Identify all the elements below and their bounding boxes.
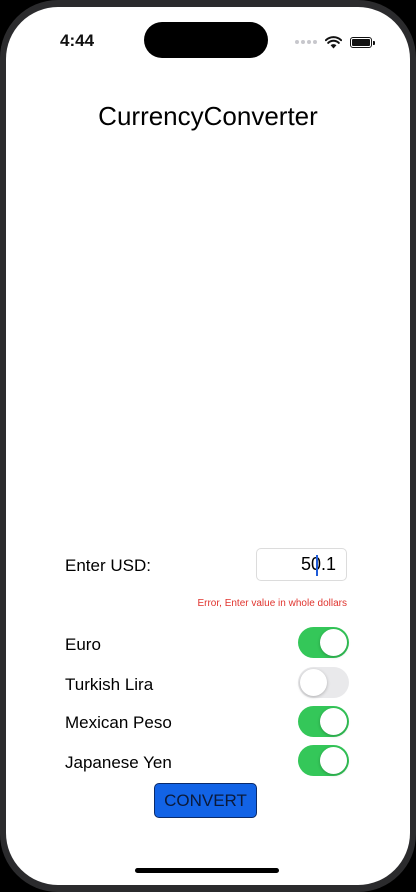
- currency-label-euro: Euro: [65, 635, 101, 654]
- text-cursor: [316, 555, 318, 576]
- toggle-knob: [320, 747, 347, 774]
- toggle-knob: [320, 629, 347, 656]
- euro-toggle[interactable]: [298, 627, 349, 658]
- usd-input[interactable]: [256, 548, 347, 581]
- battery-icon: [350, 36, 375, 48]
- home-indicator[interactable]: [135, 868, 279, 873]
- phone-frame: 4:44 CurrencyConverter Enter USD: Error,…: [0, 0, 416, 892]
- mexican-peso-toggle[interactable]: [298, 706, 349, 737]
- currency-label-mexican-peso: Mexican Peso: [65, 713, 172, 732]
- error-message: Error, Enter value in whole dollars: [197, 598, 347, 609]
- status-time: 4:44: [60, 31, 95, 50]
- convert-button[interactable]: CONVERT: [154, 783, 257, 818]
- turkish-lira-toggle[interactable]: [298, 667, 349, 698]
- currency-label-japanese-yen: Japanese Yen: [65, 753, 172, 772]
- japanese-yen-toggle[interactable]: [298, 745, 349, 776]
- toggle-knob: [320, 708, 347, 735]
- dynamic-island: [144, 22, 268, 58]
- wifi-icon: [325, 35, 342, 48]
- app-title: CurrencyConverter: [98, 101, 318, 131]
- currency-label-turkish-lira: Turkish Lira: [65, 675, 154, 694]
- app-screen: 4:44 CurrencyConverter Enter USD: Error,…: [6, 7, 410, 885]
- status-icons: [295, 35, 375, 49]
- toggle-knob: [300, 669, 327, 696]
- cellular-signal-icon: [295, 40, 317, 44]
- usd-label: Enter USD:: [65, 556, 151, 575]
